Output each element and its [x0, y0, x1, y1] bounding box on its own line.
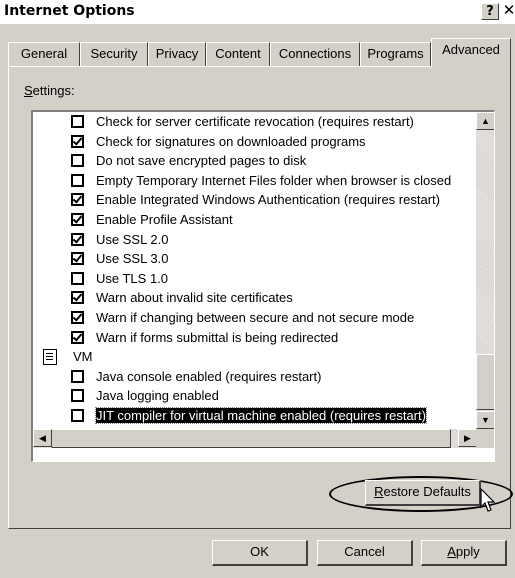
- option-label: Check for server certificate revocation …: [96, 114, 414, 129]
- option-checkbox[interactable]: [71, 252, 84, 266]
- settings-option-row[interactable]: Warn if changing between secure and not …: [33, 309, 493, 329]
- settings-option-row[interactable]: Enable Profile Assistant: [33, 211, 493, 231]
- settings-list[interactable]: Check for server certificate revocation …: [31, 110, 495, 462]
- settings-option-row[interactable]: Use TLS 1.0: [33, 270, 493, 290]
- cancel-button[interactable]: Cancel: [317, 540, 413, 566]
- option-label: Use SSL 2.0: [96, 231, 169, 247]
- settings-option-row[interactable]: Empty Temporary Internet Files folder wh…: [33, 172, 493, 192]
- settings-option-row[interactable]: Use SSL 3.0: [33, 250, 493, 270]
- apply-button[interactable]: Apply: [421, 540, 507, 566]
- settings-option-row[interactable]: Java logging enabled: [33, 387, 493, 407]
- tab-security[interactable]: Security: [80, 42, 148, 66]
- option-label: VM: [73, 349, 93, 365]
- option-checkbox[interactable]: [71, 389, 84, 403]
- tab-privacy[interactable]: Privacy: [148, 42, 206, 66]
- settings-label: Settings:: [24, 83, 75, 98]
- option-checkbox[interactable]: [71, 330, 84, 344]
- mouse-pointer-icon: [480, 488, 496, 512]
- option-label: Enable Integrated Windows Authentication…: [96, 192, 440, 208]
- option-label: Java console enabled (requires restart): [96, 368, 322, 384]
- settings-option-row[interactable]: Do not save encrypted pages to disk: [33, 152, 493, 172]
- option-checkbox[interactable]: [71, 409, 84, 422]
- scroll-up-arrow-icon[interactable]: ▲: [476, 112, 494, 130]
- close-button[interactable]: ✕: [500, 3, 515, 20]
- settings-option-row[interactable]: Check for signatures on downloaded progr…: [33, 133, 493, 153]
- tab-general[interactable]: General: [8, 42, 80, 66]
- option-label: Check for signatures on downloaded progr…: [96, 133, 366, 149]
- option-checkbox[interactable]: [71, 369, 84, 383]
- option-label: Empty Temporary Internet Files folder wh…: [96, 172, 452, 188]
- settings-option-row[interactable]: Warn about invalid site certificates: [33, 289, 493, 309]
- scroll-right-arrow-icon[interactable]: ▶: [458, 429, 477, 447]
- title-bar[interactable]: Internet Options ? ✕: [0, 0, 515, 24]
- option-checkbox[interactable]: [71, 311, 84, 324]
- tab-connections[interactable]: Connections: [270, 42, 360, 66]
- help-button[interactable]: ?: [481, 3, 499, 20]
- option-checkbox[interactable]: [71, 154, 84, 168]
- option-checkbox[interactable]: [71, 213, 84, 226]
- option-label: JIT compiler for virtual machine enabled…: [95, 407, 427, 424]
- scroll-left-arrow-icon[interactable]: ◀: [33, 429, 52, 447]
- option-checkbox[interactable]: [71, 115, 84, 128]
- option-checkbox[interactable]: [71, 271, 84, 285]
- option-checkbox[interactable]: [71, 193, 84, 207]
- settings-option-row[interactable]: Check for server certificate revocation …: [33, 113, 493, 133]
- ok-button[interactable]: OK: [212, 540, 308, 566]
- internet-options-dialog: Internet Options ? ✕ General Security Pr…: [0, 0, 515, 578]
- settings-group-header[interactable]: VM: [33, 348, 493, 368]
- option-label: Warn if forms submittal is being redirec…: [96, 329, 339, 345]
- option-label: Enable Profile Assistant: [96, 212, 233, 227]
- restore-defaults-button[interactable]: Restore Defaults: [365, 480, 481, 506]
- scrollbar-corner: [476, 429, 494, 448]
- window-title: Internet Options: [4, 3, 135, 19]
- settings-option-row[interactable]: JIT compiler for virtual machine enabled…: [33, 407, 493, 427]
- settings-option-row[interactable]: Use SSL 2.0: [33, 231, 493, 251]
- settings-option-row[interactable]: Enable Integrated Windows Authentication…: [33, 191, 493, 211]
- settings-option-row[interactable]: Java console enabled (requires restart): [33, 368, 493, 388]
- option-checkbox[interactable]: [71, 173, 84, 187]
- tab-content[interactable]: Content: [206, 42, 270, 66]
- option-label: Warn if changing between secure and not …: [96, 310, 415, 325]
- option-label: Java logging enabled: [96, 388, 219, 404]
- option-label: Warn about invalid site certificates: [96, 290, 293, 306]
- tab-advanced[interactable]: Advanced: [431, 38, 511, 68]
- tab-programs[interactable]: Programs: [360, 42, 431, 66]
- settings-folder-icon: [43, 349, 57, 366]
- horizontal-scroll-thumb[interactable]: [51, 429, 451, 448]
- settings-option-row[interactable]: Warn if forms submittal is being redirec…: [33, 329, 493, 349]
- option-checkbox[interactable]: [71, 134, 84, 148]
- vertical-scroll-thumb[interactable]: [476, 354, 494, 410]
- scroll-down-arrow-icon[interactable]: ▼: [476, 411, 494, 429]
- option-checkbox[interactable]: [71, 232, 84, 246]
- option-label: Do not save encrypted pages to disk: [96, 153, 307, 169]
- option-label: Use SSL 3.0: [96, 251, 169, 267]
- option-checkbox[interactable]: [71, 291, 84, 305]
- option-label: Use TLS 1.0: [96, 270, 169, 286]
